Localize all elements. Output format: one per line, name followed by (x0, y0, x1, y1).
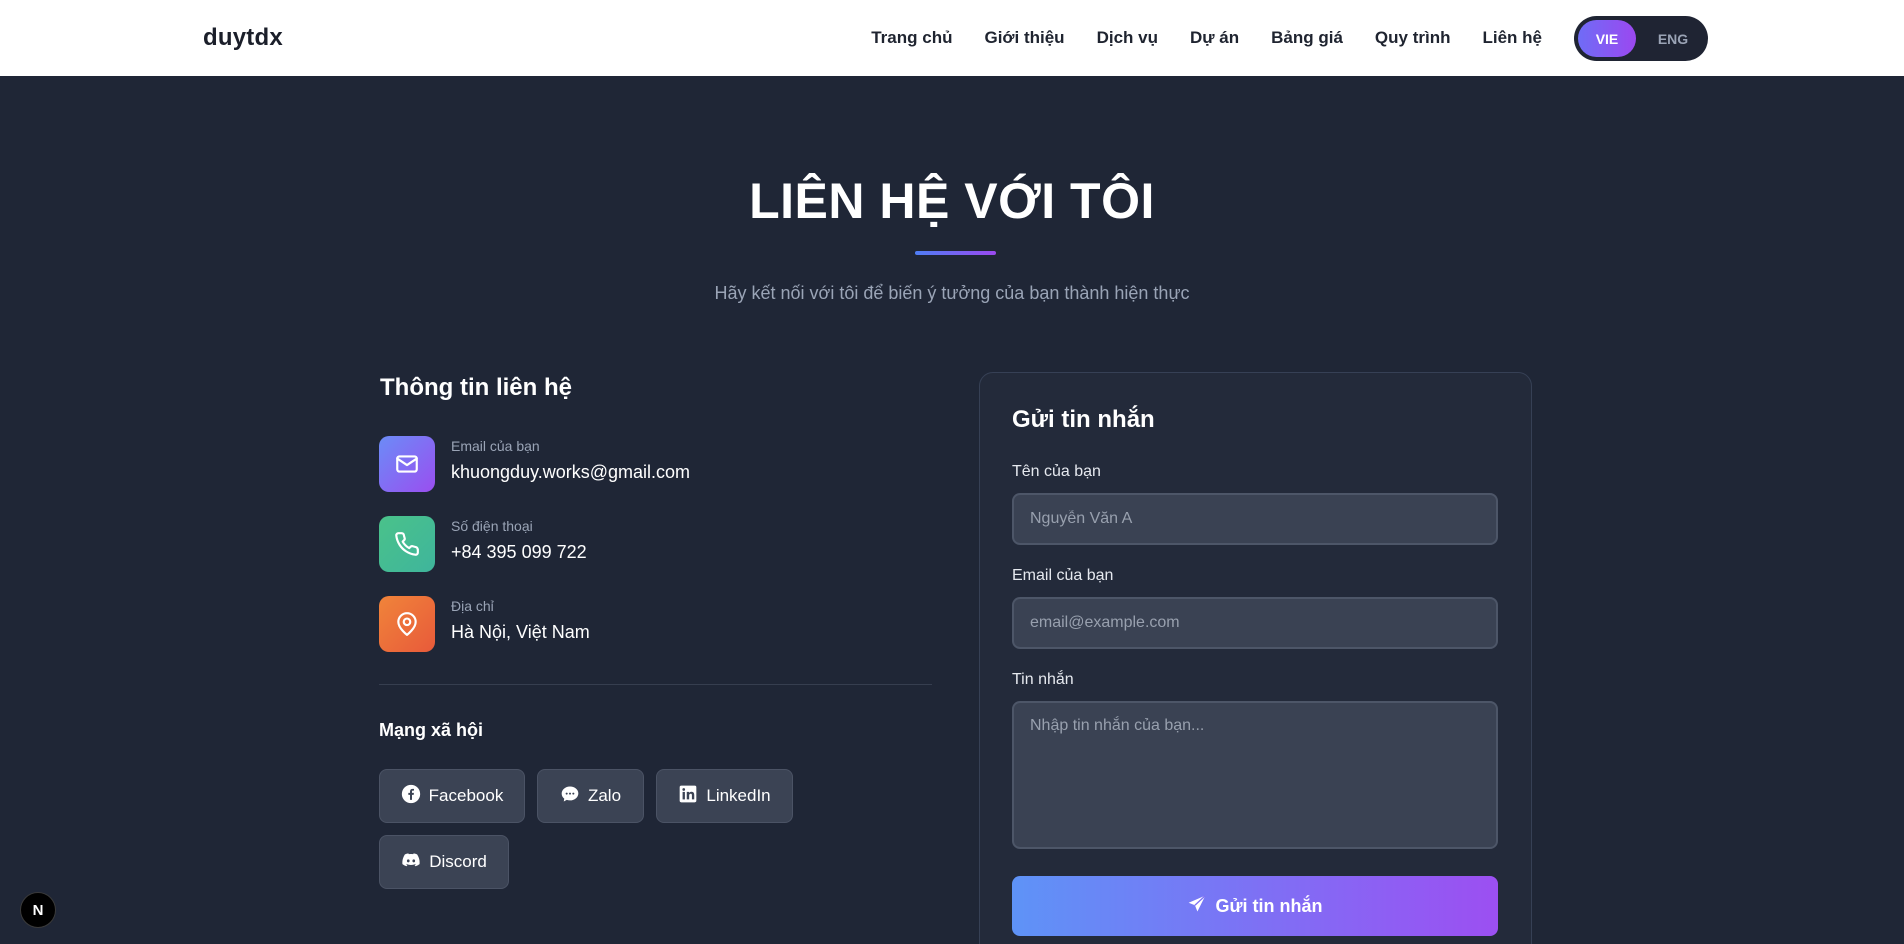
nav-process[interactable]: Quy trình (1375, 28, 1451, 48)
zalo-label: Zalo (587, 786, 622, 805)
discord-button[interactable]: Discord (379, 835, 509, 889)
site-header: duytdx Trang chủ Giới thiệu Dịch vụ Dự á… (0, 0, 1904, 76)
nav-services[interactable]: Dịch vụ (1097, 28, 1158, 48)
lang-vie-button[interactable]: VIE (1578, 20, 1636, 57)
facebook-icon (401, 784, 421, 809)
page-title: LIÊN HỆ VỚI TÔI (749, 173, 1155, 229)
discord-icon (401, 850, 421, 875)
nav-home[interactable]: Trang chủ (871, 28, 952, 48)
nav-pricing[interactable]: Bảng giá (1271, 28, 1343, 48)
message-label: Tin nhắn (1012, 671, 1074, 688)
discord-label: Discord (429, 852, 487, 871)
message-textarea[interactable] (1012, 701, 1498, 849)
linkedin-label: LinkedIn (706, 786, 771, 805)
name-input[interactable] (1012, 493, 1498, 545)
nav-projects[interactable]: Dự án (1190, 28, 1239, 48)
facebook-label: Facebook (428, 786, 504, 805)
phone-icon (379, 516, 435, 572)
name-label: Tên của bạn (1012, 463, 1101, 480)
facebook-button[interactable]: Facebook (379, 769, 525, 823)
section-divider (379, 684, 932, 685)
send-icon (1187, 894, 1207, 919)
zalo-button[interactable]: Zalo (537, 769, 644, 823)
title-underline (915, 251, 996, 255)
email-field-label: Email của bạn (1012, 567, 1114, 584)
linkedin-button[interactable]: LinkedIn (656, 769, 793, 823)
send-button-label: Gửi tin nhắn (1215, 895, 1323, 916)
nav-contact[interactable]: Liên hệ (1482, 28, 1542, 48)
nav-about[interactable]: Giới thiệu (984, 28, 1064, 48)
send-message-button[interactable]: Gửi tin nhắn (1012, 876, 1498, 936)
email-input[interactable] (1012, 597, 1498, 649)
nextjs-badge[interactable]: N (20, 892, 56, 928)
phone-label: Số điện thoại (451, 518, 533, 534)
mail-icon (379, 436, 435, 492)
email-label: Email của bạn (451, 438, 540, 454)
email-value[interactable]: khuongduy.works@gmail.com (451, 462, 690, 483)
address-value: Hà Nội, Việt Nam (451, 622, 590, 642)
address-label: Địa chỉ (451, 598, 494, 614)
contact-info-title: Thông tin liên hệ (380, 374, 572, 401)
form-title: Gửi tin nhắn (1012, 406, 1155, 433)
phone-value[interactable]: +84 395 099 722 (451, 542, 587, 563)
linkedin-icon (678, 784, 698, 809)
page-subtitle: Hãy kết nối với tôi để biến ý tưởng của … (714, 283, 1190, 303)
language-toggle: VIE ENG (1574, 16, 1708, 61)
contact-address-item: Địa chỉ Hà Nội, Việt Nam (379, 596, 939, 653)
lang-eng-button[interactable]: ENG (1644, 20, 1702, 57)
message-form-card (979, 372, 1532, 944)
contact-phone-item: Số điện thoại +84 395 099 722 (379, 516, 939, 573)
social-title: Mạng xã hội (379, 720, 484, 740)
brand-logo[interactable]: duytdx (203, 24, 283, 52)
main-nav: Trang chủ Giới thiệu Dịch vụ Dự án Bảng … (871, 0, 1542, 76)
contact-email-item: Email của bạn khuongduy.works@gmail.com (379, 436, 939, 493)
chat-bubble-icon (560, 784, 580, 809)
map-pin-icon (379, 596, 435, 652)
